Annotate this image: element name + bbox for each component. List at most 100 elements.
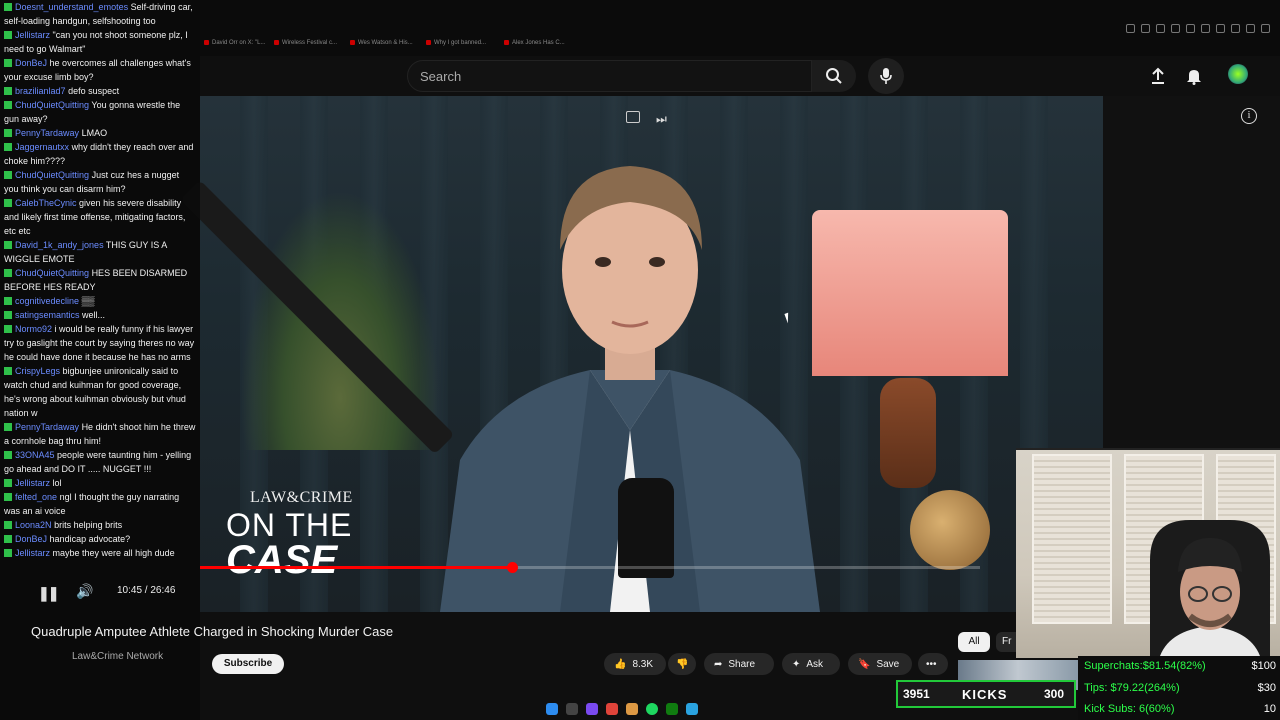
chat-badge-icon xyxy=(4,31,12,39)
star-icon[interactable] xyxy=(1201,24,1210,33)
chat-username[interactable]: CrispyLegs xyxy=(15,366,60,376)
chat-username[interactable]: ChudQuietQuitting xyxy=(15,170,89,180)
tips-goal: $30 xyxy=(1257,682,1276,694)
voice-search-button[interactable] xyxy=(868,58,904,94)
chat-message: Normo92 i would be really funny if his l… xyxy=(0,322,200,364)
chat-username[interactable]: ChudQuietQuitting xyxy=(15,100,89,110)
chat-username[interactable]: Jellistarz xyxy=(15,548,50,558)
video-timecode: 10:45 / 26:46 xyxy=(117,585,176,596)
video-logo-line1: LAW&CRIME xyxy=(250,489,353,506)
chat-badge-icon xyxy=(4,423,12,431)
chat-username[interactable]: DonBeJ xyxy=(15,534,47,544)
chat-badge-icon xyxy=(4,521,12,529)
chat-text: handicap advocate? xyxy=(49,534,131,544)
search-input[interactable] xyxy=(408,61,812,92)
avatar[interactable] xyxy=(1228,64,1248,84)
upload-button[interactable] xyxy=(1146,64,1170,88)
skip-next-icon[interactable]: ⏭ xyxy=(656,112,667,127)
extension-icon[interactable] xyxy=(1246,24,1255,33)
chat-message: ChudQuietQuitting You gonna wrestle the … xyxy=(0,98,200,126)
extension-icon[interactable] xyxy=(1186,24,1195,33)
chat-username[interactable]: CalebTheCynic xyxy=(15,198,77,208)
app-icon[interactable] xyxy=(586,703,598,715)
bookmark-3[interactable]: Wes Watson & His... xyxy=(350,40,413,46)
spotify-icon[interactable] xyxy=(646,703,658,715)
folder-icon[interactable] xyxy=(626,703,638,715)
chat-badge-icon xyxy=(4,451,12,459)
chat-badge-icon xyxy=(4,129,12,137)
chat-message: Jellistarz lol xyxy=(0,476,200,490)
search-button[interactable] xyxy=(812,60,856,92)
chat-message: David_1k_andy_jones THIS GUY IS A WIGGLE… xyxy=(0,238,200,266)
extension-icon[interactable] xyxy=(1216,24,1225,33)
kicks-goal: 300 xyxy=(1044,687,1065,701)
more-icon: ••• xyxy=(926,658,937,670)
pause-button[interactable]: ❚❚ xyxy=(38,585,60,602)
bookmark-4[interactable]: Why I got banned... xyxy=(426,40,486,46)
app-icon[interactable] xyxy=(606,703,618,715)
chat-username[interactable]: David_1k_andy_jones xyxy=(15,240,104,250)
chat-username[interactable]: cognitivedecline xyxy=(15,296,79,306)
ask-button[interactable]: ✦ Ask xyxy=(782,653,840,675)
channel-name[interactable]: Law&Crime Network xyxy=(72,651,163,662)
chat-message-list: Doesnt_understand_emotes Self-driving ca… xyxy=(0,0,200,560)
chat-message: Jellistarz "can you not shoot someone pl… xyxy=(0,28,200,56)
share-button[interactable]: ➦ Share xyxy=(704,653,774,675)
save-button[interactable]: 🔖 Save xyxy=(848,653,912,675)
kicksubs-label: Kick Subs: 6(60%) xyxy=(1084,703,1175,715)
chat-username[interactable]: Doesnt_understand_emotes xyxy=(15,2,128,12)
chat-username[interactable]: felted_one xyxy=(15,492,57,502)
bookmark-1[interactable]: David Orr on X: "L... xyxy=(204,40,265,46)
chat-username[interactable]: Jaggernautxx xyxy=(15,142,69,152)
chat-message: 33ONA45 people were taunting him - yelli… xyxy=(0,448,200,476)
progress-scrubber[interactable] xyxy=(507,562,518,573)
chat-message: PennyTardaway He didn't shoot him he thr… xyxy=(0,420,200,448)
chat-username[interactable]: Jellistarz xyxy=(15,30,50,40)
dislike-button[interactable]: 👎 xyxy=(668,653,696,675)
video-lamp xyxy=(812,210,1008,376)
donation-stats-panel: Superchats:$81.54(82%) $100 Tips: $79.22… xyxy=(1078,656,1280,720)
video-microphone xyxy=(618,478,674,578)
windows-start-icon[interactable] xyxy=(546,703,558,715)
chat-username[interactable]: PennyTardaway xyxy=(15,422,79,432)
bookmark-2[interactable]: Wireless Festival c... xyxy=(274,40,337,46)
chat-username[interactable]: ChudQuietQuitting xyxy=(15,268,89,278)
search-icon xyxy=(826,68,842,84)
extension-icon[interactable] xyxy=(1141,24,1150,33)
search-icon[interactable] xyxy=(566,703,578,715)
zoom-icon[interactable] xyxy=(1126,24,1135,33)
extension-icon[interactable] xyxy=(1156,24,1165,33)
video-globe xyxy=(910,490,990,570)
tips-label: Tips: $79.22(264%) xyxy=(1084,682,1180,694)
upload-icon xyxy=(1152,67,1164,84)
info-icon[interactable]: i xyxy=(1241,108,1257,124)
bookmark-5[interactable]: Alex Jones Has C... xyxy=(504,40,565,46)
ask-label: Ask xyxy=(806,658,824,670)
subscribe-button[interactable]: Subscribe xyxy=(212,654,284,674)
menu-icon[interactable] xyxy=(1261,24,1270,33)
chat-username[interactable]: DonBeJ xyxy=(15,58,47,68)
chat-message: DonBeJ handicap advocate? xyxy=(0,532,200,546)
xbox-icon[interactable] xyxy=(666,703,678,715)
like-button[interactable]: 👍 8.3K xyxy=(604,653,666,675)
chat-username[interactable]: Normo92 xyxy=(15,324,52,334)
volume-button[interactable]: 🔊 xyxy=(76,583,93,600)
telegram-icon[interactable] xyxy=(686,703,698,715)
chip-all[interactable]: All xyxy=(958,632,990,652)
chat-text: well... xyxy=(82,310,106,320)
superchats-label: Superchats:$81.54(82%) xyxy=(1084,660,1206,672)
search-box[interactable] xyxy=(407,60,812,92)
extension-icon[interactable] xyxy=(1231,24,1240,33)
chat-username[interactable]: brazilianlad7 xyxy=(15,86,66,96)
chat-username[interactable]: satingsemantics xyxy=(15,310,80,320)
chat-username[interactable]: Loona2N xyxy=(15,520,52,530)
more-actions-button[interactable]: ••• xyxy=(918,653,948,675)
chat-badge-icon xyxy=(4,101,12,109)
miniplayer-icon[interactable] xyxy=(626,111,640,123)
share-label: Share xyxy=(728,658,756,670)
chat-username[interactable]: 33ONA45 xyxy=(15,450,55,460)
chat-username[interactable]: Jellistarz xyxy=(15,478,50,488)
extension-icon[interactable] xyxy=(1171,24,1180,33)
notifications-button[interactable] xyxy=(1182,64,1206,88)
chat-username[interactable]: PennyTardaway xyxy=(15,128,79,138)
